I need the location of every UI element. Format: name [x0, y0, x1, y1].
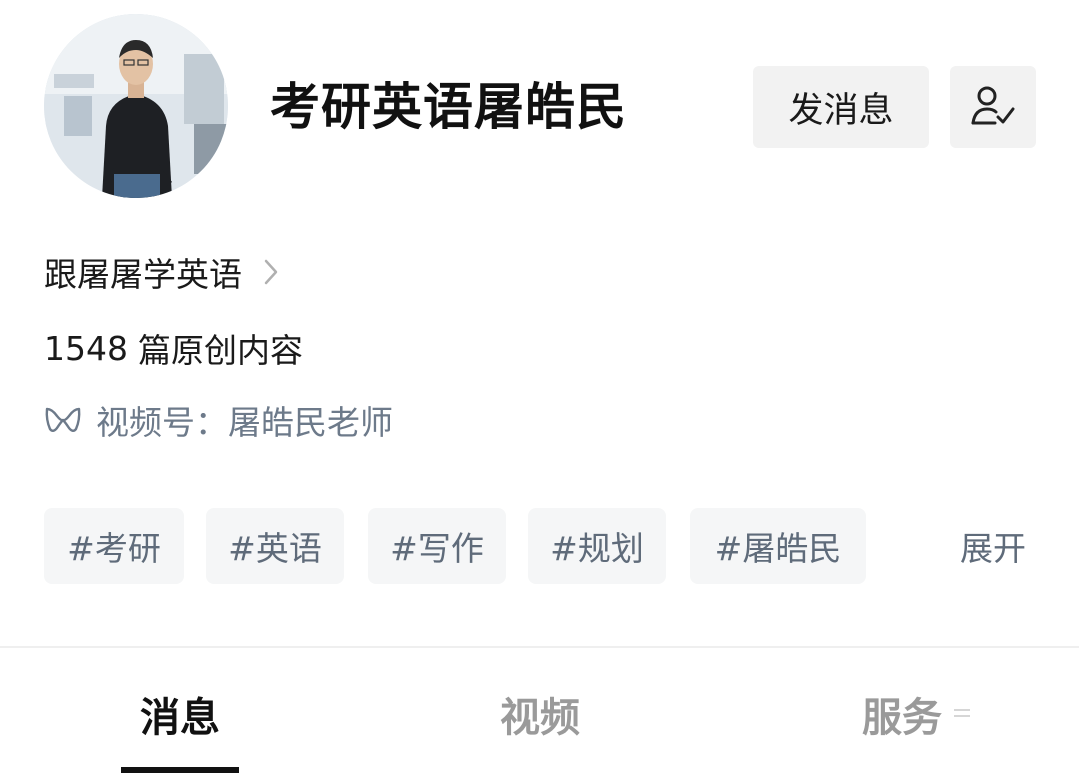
tag-chip[interactable]: #英语 [206, 508, 344, 584]
tab-label: 消息 [140, 695, 220, 741]
active-tab-indicator [121, 767, 239, 773]
profile-page: 考研英语屠皓民 发消息 跟屠屠学英语 1548 篇原创内容 视频号： 屠皓民老师… [0, 0, 1079, 773]
tag-chip[interactable]: #考研 [44, 508, 184, 584]
avatar-photo [44, 14, 228, 198]
bio-text: 跟屠屠学英语 [44, 255, 242, 294]
divider [0, 646, 1079, 648]
tag-chip[interactable]: #写作 [368, 508, 506, 584]
expand-tags-button[interactable]: 展开 [960, 518, 1026, 574]
tab-videos[interactable]: 视频 [480, 684, 600, 744]
tag-chip[interactable]: #屠皓民 [690, 508, 866, 584]
article-count: 1548 篇原创内容 [44, 322, 303, 374]
channel-name: 屠皓民老师 [228, 403, 393, 442]
tab-label: 视频 [500, 695, 580, 741]
tab-label: 服务 [862, 695, 942, 741]
profile-name: 考研英语屠皓民 [270, 78, 627, 136]
send-message-button[interactable]: 发消息 [753, 66, 929, 148]
avatar[interactable] [44, 14, 228, 198]
article-count-suffix: 篇原创内容 [137, 331, 303, 370]
chevron-right-icon [264, 259, 278, 285]
video-channel-icon [44, 403, 84, 437]
tag-chip[interactable]: #规划 [528, 508, 666, 584]
tab-services[interactable]: 服务 [846, 684, 986, 744]
tab-messages[interactable]: 消息 [120, 684, 240, 744]
user-check-icon [969, 83, 1017, 131]
video-channel-link[interactable]: 视频号： 屠皓民老师 [44, 394, 393, 446]
bio-link[interactable]: 跟屠屠学英语 [44, 246, 278, 298]
article-count-number: 1548 [44, 328, 128, 368]
menu-icon [954, 707, 970, 721]
channel-label: 视频号： [96, 403, 228, 442]
follow-button[interactable] [950, 66, 1036, 148]
